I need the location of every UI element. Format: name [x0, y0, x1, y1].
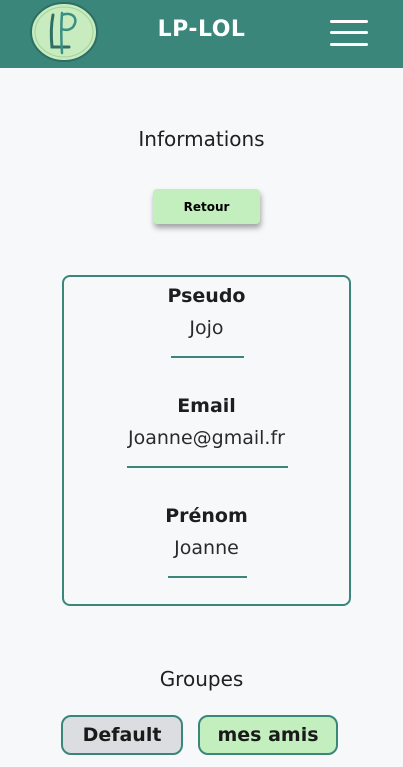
menu-bar-top [330, 20, 368, 23]
pseudo-label: Pseudo [167, 285, 246, 307]
email-divider [127, 466, 288, 468]
pseudo-divider [171, 356, 244, 358]
group-chip-mes-amis[interactable]: mes amis [198, 715, 338, 755]
email-value: Joanne@gmail.fr [128, 427, 285, 449]
prenom-value: Joanne [174, 537, 239, 559]
group-chip-default[interactable]: Default [61, 715, 183, 755]
groups-title: Groupes [159, 667, 244, 691]
prenom-divider [168, 576, 247, 578]
app-header: LP-LOL [0, 0, 403, 68]
profile-info-card: Pseudo Jojo Email Joanne@gmail.fr Prénom… [62, 275, 351, 606]
back-button[interactable]: Retour [153, 189, 260, 224]
email-label: Email [177, 395, 236, 417]
prenom-label: Prénom [165, 505, 248, 527]
menu-bar-bottom [330, 43, 368, 46]
page-title: Informations [138, 127, 265, 151]
hamburger-menu-icon[interactable] [330, 18, 368, 48]
pseudo-value: Jojo [189, 317, 224, 339]
menu-bar-middle [330, 31, 368, 34]
